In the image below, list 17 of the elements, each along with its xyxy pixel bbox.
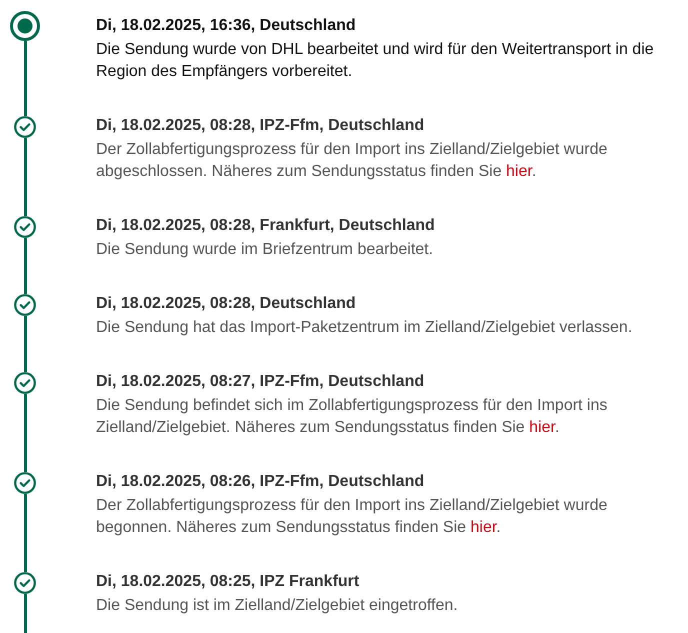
event-heading: Di, 18.02.2025, 08:25, IPZ Frankfurt bbox=[96, 572, 360, 592]
details-link[interactable]: hier bbox=[529, 419, 555, 436]
event-heading: Di, 18.02.2025, 08:27, IPZ-Ffm, Deutschland bbox=[96, 372, 426, 392]
event-heading: Di, 18.02.2025, 08:28, Deutschland bbox=[96, 294, 357, 314]
details-link[interactable]: hier bbox=[506, 163, 532, 180]
event-description: Die Sendung ist im Zielland/Zielgebiet eingetroffen. bbox=[96, 596, 459, 616]
event-heading: Di, 18.02.2025, 08:28, Frankfurt, Deutschland bbox=[96, 216, 436, 236]
event-description: Der Zollabfertigungsprozess für den Import ins Zielland/Zielgebiet wurde abgeschlossen. Näheres zum Sendungsstatus finden Sie hier. bbox=[96, 140, 608, 182]
event-description: Die Sendung wurde im Briefzentrum bearbeitet. bbox=[96, 240, 434, 260]
event-description: Die Sendung hat das Import-Paketzentrum im Zielland/Zielgebiet verlassen. bbox=[96, 318, 634, 338]
event-heading: Di, 18.02.2025, 08:26, IPZ-Ffm, Deutschland bbox=[96, 472, 426, 492]
event-heading: Di, 18.02.2025, 08:28, IPZ-Ffm, Deutschland bbox=[96, 116, 426, 136]
event-description: Die Sendung befindet sich im Zollabfertigungsprozess für den Import ins Zielland/Zielgebiet. Näheres zum Sendungsstatus finden Sie hier. bbox=[96, 396, 608, 438]
event-description: Die Sendung wurde von DHL bearbeitet und wird für den Weitertransport in die Region des Empfängers vorbereitet. bbox=[96, 40, 655, 82]
details-link[interactable]: hier bbox=[470, 519, 496, 536]
event-description: Der Zollabfertigungsprozess für den Import ins Zielland/Zielgebiet wurde begonnen. Näheres zum Sendungsstatus finden Sie hier. bbox=[96, 496, 608, 538]
event-heading: Di, 18.02.2025, 16:36, Deutschland bbox=[96, 16, 357, 36]
